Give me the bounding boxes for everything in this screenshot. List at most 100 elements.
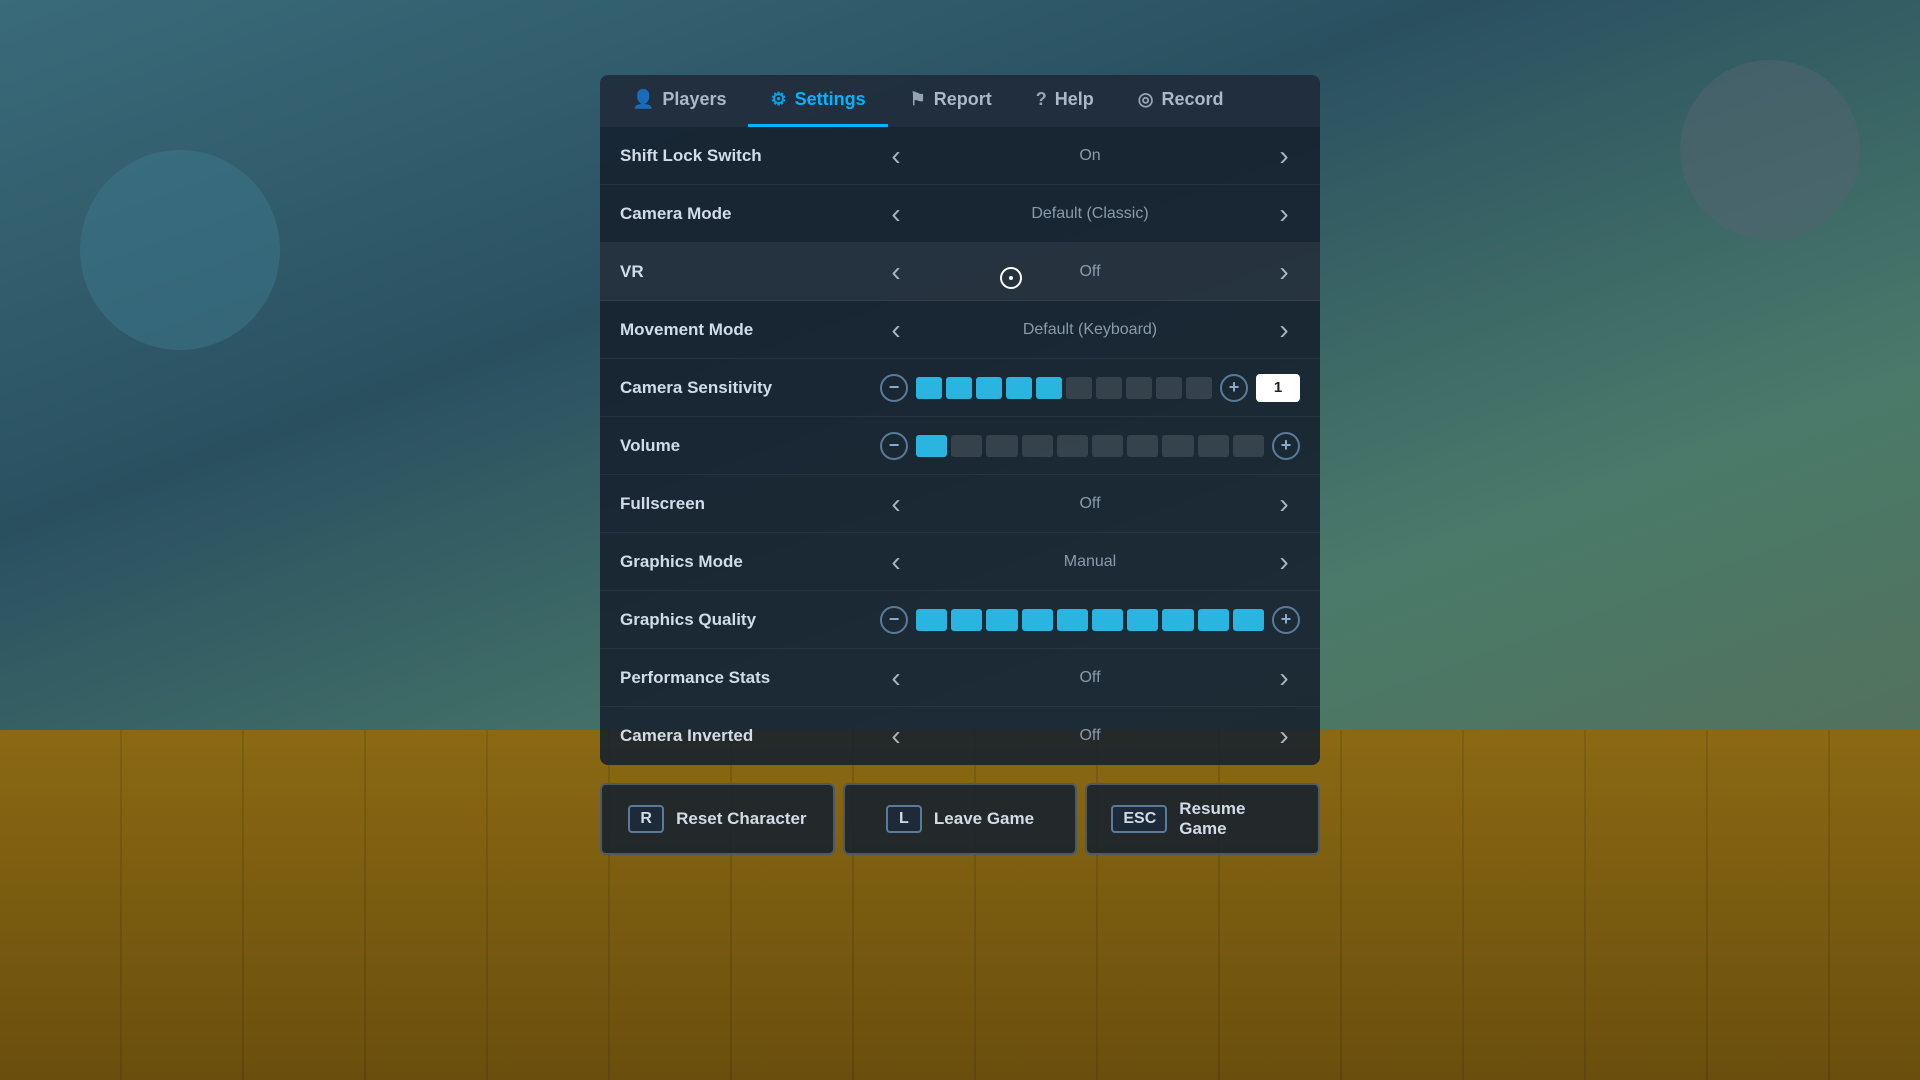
- slider-segment-graphics-quality-4: [1057, 609, 1088, 631]
- setting-left-arrow-performance-stats[interactable]: ‹: [880, 662, 912, 694]
- record-tab-label: Record: [1162, 89, 1224, 110]
- slider-segment-camera-sensitivity-3: [1006, 377, 1032, 399]
- setting-left-arrow-camera-inverted[interactable]: ‹: [880, 720, 912, 752]
- setting-control-fullscreen: ‹ Off ›: [880, 488, 1300, 520]
- setting-left-arrow-movement-mode[interactable]: ‹: [880, 314, 912, 346]
- help-tab-icon: ?: [1036, 89, 1047, 110]
- report-tab-icon: ⚑: [910, 89, 926, 110]
- slider-segment-camera-sensitivity-1: [946, 377, 972, 399]
- setting-left-arrow-shift-lock-switch[interactable]: ‹: [880, 140, 912, 172]
- setting-control-graphics-mode: ‹ Manual ›: [880, 546, 1300, 578]
- setting-control-performance-stats: ‹ Off ›: [880, 662, 1300, 694]
- slider-segment-graphics-quality-9: [1233, 609, 1264, 631]
- setting-value-camera-inverted: Off: [924, 727, 1256, 745]
- slider-track-volume[interactable]: [916, 435, 1264, 457]
- slider-control-camera-sensitivity: −+: [880, 374, 1300, 402]
- setting-right-arrow-camera-inverted[interactable]: ›: [1268, 720, 1300, 752]
- slider-plus-graphics-quality[interactable]: +: [1272, 606, 1300, 634]
- setting-left-arrow-vr[interactable]: ‹: [880, 256, 912, 288]
- setting-label-movement-mode: Movement Mode: [620, 320, 880, 340]
- action-button-leave-game[interactable]: LLeave Game: [843, 783, 1078, 855]
- slider-track-camera-sensitivity[interactable]: [916, 377, 1212, 399]
- slider-control-graphics-quality: −+: [880, 606, 1300, 634]
- setting-row-camera-mode: Camera Mode‹ Default (Classic) ›: [600, 185, 1320, 243]
- setting-right-arrow-graphics-mode[interactable]: ›: [1268, 546, 1300, 578]
- setting-value-graphics-mode: Manual: [924, 553, 1256, 571]
- setting-left-arrow-camera-mode[interactable]: ‹: [880, 198, 912, 230]
- slider-segment-volume-6: [1127, 435, 1158, 457]
- action-label-resume-game: Resume Game: [1179, 799, 1294, 839]
- setting-row-vr: VR‹ Off ›: [600, 243, 1320, 301]
- setting-label-graphics-quality: Graphics Quality: [620, 610, 880, 630]
- slider-segment-camera-sensitivity-9: [1186, 377, 1212, 399]
- slider-segment-volume-2: [986, 435, 1017, 457]
- slider-segment-graphics-quality-3: [1022, 609, 1053, 631]
- settings-panel-container: 👤Players⚙Settings ⚑ Report? Help ◎Record Shi…: [600, 75, 1320, 855]
- setting-row-fullscreen: Fullscreen‹Off›: [600, 475, 1320, 533]
- slider-segment-camera-sensitivity-0: [916, 377, 942, 399]
- setting-label-graphics-mode: Graphics Mode: [620, 552, 880, 572]
- slider-segment-camera-sensitivity-4: [1036, 377, 1062, 399]
- setting-value-fullscreen: Off: [924, 495, 1256, 513]
- setting-label-camera-mode: Camera Mode: [620, 204, 880, 224]
- setting-value-vr: Off: [924, 263, 1256, 281]
- setting-right-arrow-performance-stats[interactable]: ›: [1268, 662, 1300, 694]
- action-button-resume-game[interactable]: ESC Resume Game: [1085, 783, 1320, 855]
- setting-right-arrow-camera-mode[interactable]: ›: [1268, 198, 1300, 230]
- setting-control-camera-mode: ‹ Default (Classic) ›: [880, 198, 1300, 230]
- action-label-leave-game: Leave Game: [934, 809, 1034, 829]
- tab-report[interactable]: ⚑ Report: [888, 75, 1014, 127]
- slider-segment-graphics-quality-0: [916, 609, 947, 631]
- slider-segment-volume-8: [1198, 435, 1229, 457]
- setting-label-volume: Volume: [620, 436, 880, 456]
- setting-row-shift-lock-switch: Shift Lock Switch‹On›: [600, 127, 1320, 185]
- action-buttons: RReset CharacterLLeave Game ESC Resume Gam…: [600, 783, 1320, 855]
- slider-segment-volume-1: [951, 435, 982, 457]
- setting-value-camera-mode: Default (Classic): [924, 205, 1256, 223]
- setting-label-vr: VR: [620, 262, 880, 282]
- slider-control-volume: −+: [880, 432, 1300, 460]
- help-tab-label: Help: [1055, 89, 1094, 110]
- action-button-reset-character[interactable]: RReset Character: [600, 783, 835, 855]
- slider-track-graphics-quality[interactable]: [916, 609, 1264, 631]
- players-tab-icon: 👤: [632, 89, 654, 110]
- setting-row-volume: Volume−+: [600, 417, 1320, 475]
- settings-tab-label: Settings: [795, 89, 866, 110]
- setting-left-arrow-fullscreen[interactable]: ‹: [880, 488, 912, 520]
- slider-segment-graphics-quality-8: [1198, 609, 1229, 631]
- report-tab-label: Report: [934, 89, 992, 110]
- slider-segment-volume-4: [1057, 435, 1088, 457]
- slider-plus-volume[interactable]: +: [1272, 432, 1300, 460]
- key-badge-resume-game: ESC: [1111, 805, 1167, 833]
- setting-right-arrow-movement-mode[interactable]: ›: [1268, 314, 1300, 346]
- setting-right-arrow-fullscreen[interactable]: ›: [1268, 488, 1300, 520]
- slider-segment-volume-9: [1233, 435, 1264, 457]
- setting-control-shift-lock-switch: ‹On›: [880, 140, 1300, 172]
- setting-left-arrow-graphics-mode[interactable]: ‹: [880, 546, 912, 578]
- slider-minus-graphics-quality[interactable]: −: [880, 606, 908, 634]
- slider-minus-camera-sensitivity[interactable]: −: [880, 374, 908, 402]
- setting-right-arrow-shift-lock-switch[interactable]: ›: [1268, 140, 1300, 172]
- tab-bar: 👤Players⚙Settings ⚑ Report? Help ◎Record: [600, 75, 1320, 127]
- slider-segment-volume-7: [1162, 435, 1193, 457]
- tab-settings[interactable]: ⚙Settings: [748, 75, 887, 127]
- setting-label-camera-sensitivity: Camera Sensitivity: [620, 378, 880, 398]
- slider-segment-camera-sensitivity-2: [976, 377, 1002, 399]
- slider-input-camera-sensitivity[interactable]: [1256, 374, 1300, 402]
- setting-right-arrow-vr[interactable]: ›: [1268, 256, 1300, 288]
- slider-segment-camera-sensitivity-8: [1156, 377, 1182, 399]
- tab-record[interactable]: ◎Record: [1116, 75, 1246, 127]
- slider-plus-camera-sensitivity[interactable]: +: [1220, 374, 1248, 402]
- tab-players[interactable]: 👤Players: [610, 75, 748, 127]
- slider-segment-graphics-quality-1: [951, 609, 982, 631]
- setting-value-movement-mode: Default (Keyboard): [924, 321, 1256, 339]
- slider-segment-volume-0: [916, 435, 947, 457]
- slider-segment-graphics-quality-2: [986, 609, 1017, 631]
- setting-control-vr: ‹ Off ›: [880, 256, 1300, 288]
- tab-help[interactable]: ? Help: [1014, 75, 1116, 127]
- setting-control-camera-inverted: ‹ Off ›: [880, 720, 1300, 752]
- slider-segment-volume-5: [1092, 435, 1123, 457]
- setting-value-performance-stats: Off: [924, 669, 1256, 687]
- slider-segment-volume-3: [1022, 435, 1053, 457]
- slider-minus-volume[interactable]: −: [880, 432, 908, 460]
